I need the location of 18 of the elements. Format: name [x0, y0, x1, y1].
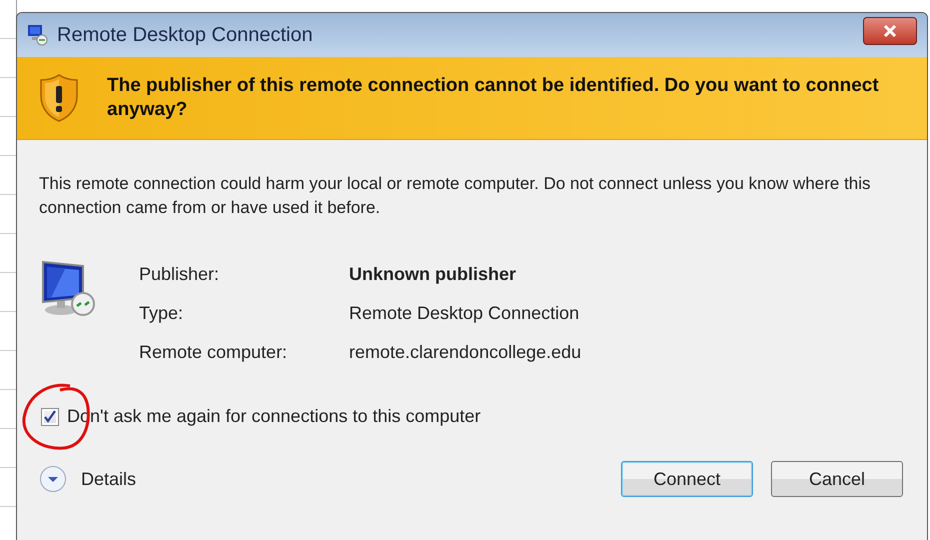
computer-icon — [27, 24, 49, 46]
warning-shield-icon — [39, 74, 79, 122]
chevron-icon — [39, 465, 67, 493]
window-title: Remote Desktop Connection — [57, 24, 314, 46]
dialog-button[interactable]: Cancel — [771, 461, 903, 497]
field-label: Publisher: — [139, 263, 220, 286]
field-value: Unknown publisher — [349, 263, 518, 286]
dialog-button[interactable]: Connect — [621, 461, 753, 497]
close-icon — [881, 25, 899, 37]
field-label: Type: — [139, 302, 184, 325]
checkbox[interactable] — [41, 408, 59, 426]
field-label: Remote computer: — [139, 341, 288, 364]
warning-message: This remote connection could harm your local or remote computer. Do not connect unless you know where this connection came from or have used it before. — [39, 173, 872, 219]
details-expander[interactable]: Details — [39, 465, 136, 493]
field-value: remote.clarendoncollege.edu — [349, 341, 582, 364]
field-value: Remote Desktop Connection — [349, 302, 580, 325]
warning-heading: The publisher of this remote connection cannot be identified. Do you want to connect anyway? — [107, 74, 880, 122]
close-button[interactable] — [863, 17, 917, 45]
